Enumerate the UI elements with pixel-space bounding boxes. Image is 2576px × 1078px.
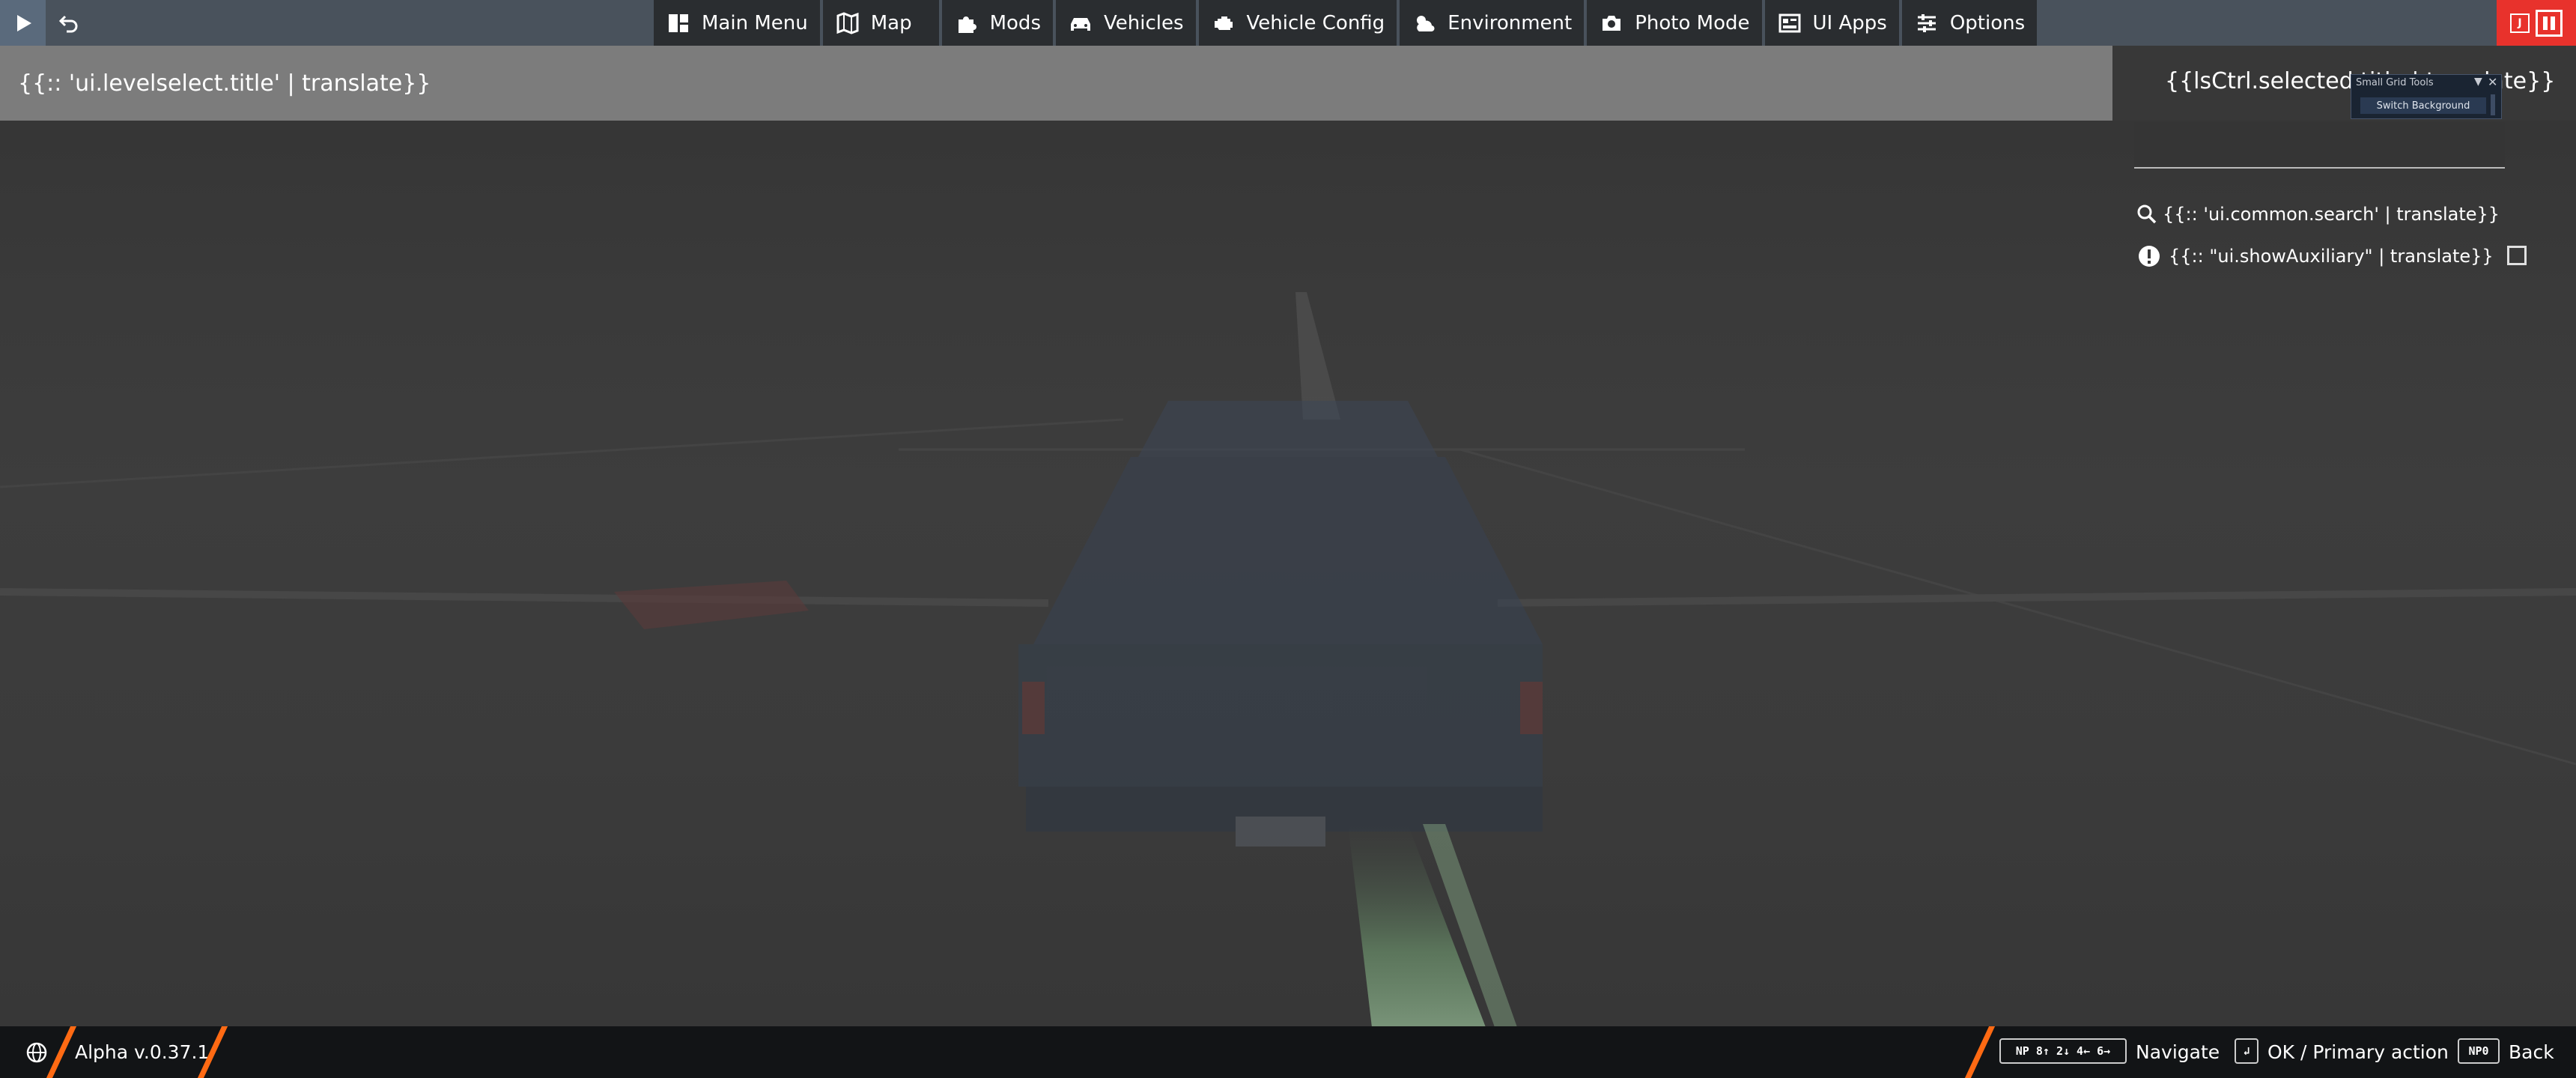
undo-button[interactable]	[46, 0, 91, 46]
camera-icon	[1599, 10, 1624, 36]
menu-environment[interactable]: Environment	[1400, 0, 1585, 46]
j-button-label: J	[2518, 16, 2522, 29]
globe-icon[interactable]	[24, 1040, 49, 1065]
menu-vehicle-config-label: Vehicle Config	[1246, 11, 1385, 34]
alert-icon	[2134, 241, 2164, 271]
main-menu-icon	[666, 10, 691, 36]
menu-map[interactable]: Map	[822, 0, 939, 46]
level-select-header: {{:: 'ui.levelselect.title' | translate}…	[0, 46, 2112, 121]
enter-key: ↲	[2235, 1038, 2258, 1064]
widget-scrollbar[interactable]	[2491, 94, 2495, 115]
show-auxiliary-row: {{:: "ui.showAuxiliary" | translate}}	[2134, 240, 2576, 273]
close-icon[interactable]: ✕	[2488, 75, 2497, 89]
small-grid-tools-title: Small Grid Tools	[2356, 77, 2434, 88]
panel-input-field[interactable]	[2134, 122, 2505, 169]
undo-icon	[58, 15, 77, 32]
search-input[interactable]	[2160, 204, 2537, 225]
menu-ui-apps-label: UI Apps	[1812, 11, 1887, 34]
menu-map-label: Map	[870, 11, 912, 34]
menu-options[interactable]: Options	[1901, 0, 2038, 46]
back-hint: Back	[2509, 1041, 2554, 1063]
engine-icon	[1211, 10, 1236, 36]
top-menu-bar: Main Menu Map Mods Vehicles Vehicle Conf…	[0, 0, 2576, 46]
page-title: {{:: 'ui.levelselect.title' | translate}…	[18, 70, 431, 97]
dropdown-icon[interactable]: ▼	[2474, 76, 2482, 88]
navigate-hint: Navigate	[2136, 1041, 2220, 1063]
accent-slash	[1964, 1026, 1996, 1078]
apps-icon	[1777, 10, 1802, 36]
menu-options-label: Options	[1949, 11, 2026, 34]
menu-vehicle-config[interactable]: Vehicle Config	[1198, 0, 1397, 46]
puzzle-icon	[954, 10, 979, 36]
car-icon	[1068, 10, 1093, 36]
menu-main-menu-label: Main Menu	[702, 11, 808, 34]
back-key: NP0	[2458, 1038, 2500, 1064]
play-icon	[16, 14, 31, 31]
search-icon	[2134, 202, 2160, 227]
accent-slash	[46, 1026, 77, 1078]
navigate-key: NP 8↑ 2↓ 4← 6→	[1999, 1038, 2127, 1064]
menu-mods-label: Mods	[989, 11, 1041, 34]
back-key-label: NP0	[2468, 1044, 2489, 1058]
play-button[interactable]	[0, 0, 46, 46]
show-auxiliary-label: {{:: "ui.showAuxiliary" | translate}}	[2169, 246, 2494, 267]
pause-button[interactable]	[2536, 9, 2563, 37]
weather-icon	[1412, 10, 1437, 36]
level-details-panel: {{lsCtrl.selected.title | translate}}	[2112, 46, 2576, 121]
menu-ui-apps[interactable]: UI Apps	[1764, 0, 1899, 46]
ok-primary-action-hint: OK / Primary action	[2267, 1041, 2449, 1063]
small-grid-tools-widget: Small Grid Tools ▼ ✕ Switch Background	[2351, 74, 2502, 119]
show-auxiliary-checkbox[interactable]	[2507, 246, 2527, 265]
sliders-icon	[1914, 10, 1939, 36]
main-menu-tabs: Main Menu Map Mods Vehicles Vehicle Conf…	[654, 0, 2040, 46]
menu-mods[interactable]: Mods	[941, 0, 1053, 46]
switch-background-label: Switch Background	[2376, 100, 2470, 112]
enter-key-label: ↲	[2243, 1044, 2250, 1058]
top-right-controls: J	[2497, 0, 2576, 46]
version-label: Alpha v.0.37.1	[75, 1041, 210, 1063]
map-icon	[835, 10, 860, 36]
search-row	[2134, 199, 2554, 229]
pause-icon	[2543, 16, 2555, 30]
switch-background-button[interactable]: Switch Background	[2360, 97, 2486, 114]
menu-vehicles[interactable]: Vehicles	[1055, 0, 1196, 46]
menu-photo-mode-label: Photo Mode	[1635, 11, 1750, 34]
j-button[interactable]: J	[2510, 13, 2530, 33]
menu-environment-label: Environment	[1448, 11, 1573, 34]
menu-photo-mode[interactable]: Photo Mode	[1587, 0, 1762, 46]
bottom-status-bar: Alpha v.0.37.1 NP 8↑ 2↓ 4← 6→ Navigate ↲…	[0, 1026, 2576, 1078]
navigate-key-label: NP 8↑ 2↓ 4← 6→	[2015, 1044, 2111, 1058]
menu-vehicles-label: Vehicles	[1103, 11, 1184, 34]
menu-main-menu[interactable]: Main Menu	[654, 0, 820, 46]
